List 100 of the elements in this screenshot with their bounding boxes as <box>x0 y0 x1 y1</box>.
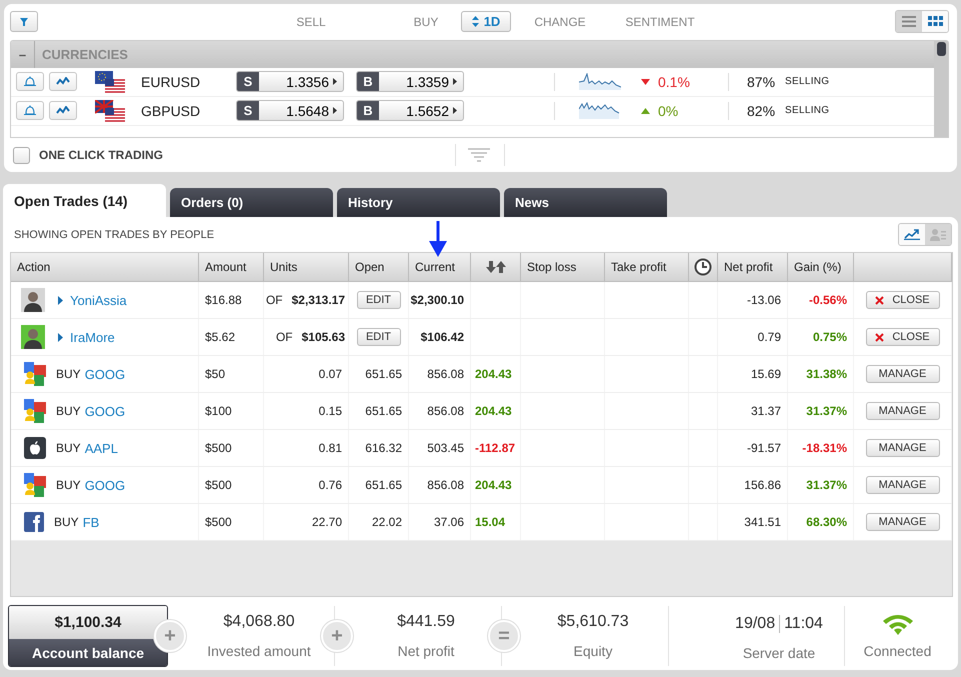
clock-icon[interactable] <box>694 258 712 276</box>
close-icon <box>875 332 884 342</box>
scrollbar[interactable] <box>934 40 948 138</box>
sparkline <box>579 73 621 90</box>
flag-pair-icon <box>95 100 125 122</box>
sort-arrows-icon[interactable] <box>486 261 506 273</box>
tab[interactable]: News <box>504 188 667 217</box>
sparkline <box>579 102 621 120</box>
symbol-link[interactable]: FB <box>82 514 100 530</box>
amount-cell: $100 <box>199 393 264 429</box>
avatar <box>21 325 45 349</box>
units-cell: $2,313.17 <box>292 293 345 307</box>
caret-icon <box>453 107 457 114</box>
alert-button[interactable] <box>16 101 44 120</box>
column-header[interactable]: Open <box>355 260 384 274</box>
trader-name-link[interactable]: IraMore <box>70 330 115 344</box>
logo-icon <box>24 512 44 532</box>
buy-button[interactable]: B 1.5652 <box>356 100 464 122</box>
current-rate-cell: 503.45 <box>409 430 471 466</box>
manage-button[interactable]: MANAGE <box>866 365 940 383</box>
sentiment-value: 82% <box>747 102 776 119</box>
gain-cell: -18.31% <box>788 430 854 466</box>
filter-button[interactable] <box>10 11 38 32</box>
column-header[interactable]: Units <box>270 260 298 274</box>
net-profit-cell: -13.06 <box>718 282 788 318</box>
stat-label: Equity <box>574 643 612 659</box>
edit-button[interactable]: EDIT <box>356 291 400 309</box>
current-cell: $2,300.10 <box>409 282 471 318</box>
change-cell: 204.43 <box>471 467 521 503</box>
manage-button[interactable]: MANAGE <box>866 439 940 457</box>
manage-button[interactable]: MANAGE <box>866 402 940 420</box>
current-rate-cell: 856.08 <box>409 467 471 503</box>
grid-view-button[interactable] <box>922 11 948 32</box>
alert-button[interactable] <box>16 72 44 92</box>
amount-cell: $5.62 <box>199 319 264 355</box>
open-rate-cell: 22.02 <box>349 504 409 540</box>
column-header[interactable]: Current <box>415 260 456 274</box>
manage-button[interactable]: MANAGE <box>866 513 940 531</box>
apple-icon <box>24 437 46 459</box>
sell-button[interactable]: S 1.5648 <box>236 100 344 122</box>
open-rate-cell: 616.32 <box>349 430 409 466</box>
gain-cell: 31.37% <box>788 393 854 429</box>
expand-caret-icon[interactable] <box>58 296 63 304</box>
sort-icon <box>472 16 479 28</box>
column-header[interactable]: Gain (%) <box>794 260 842 274</box>
stat-label: Server date <box>742 645 816 661</box>
net-profit-cell: 15.69 <box>718 356 788 392</box>
trend-icon <box>904 229 920 240</box>
edit-button[interactable]: EDIT <box>356 328 400 346</box>
trades-subtitle: SHOWING OPEN TRADES BY PEOPLE <box>14 228 214 240</box>
symbol-link[interactable]: GOOG <box>84 478 126 492</box>
net-profit-cell: -91.57 <box>718 430 788 466</box>
close-button[interactable]: CLOSE <box>866 328 940 346</box>
chart-button[interactable] <box>49 101 77 120</box>
gain-cell: -0.56% <box>788 282 854 318</box>
chart-button[interactable] <box>49 72 77 92</box>
buy-button[interactable]: B 1.3359 <box>356 71 464 92</box>
tab[interactable]: Open Trades (14) <box>3 184 166 217</box>
net-profit-cell: 156.86 <box>718 467 788 503</box>
close-button[interactable]: CLOSE <box>866 291 940 309</box>
open-rate-cell: 651.65 <box>349 356 409 392</box>
amount-cell: $500 <box>199 430 264 466</box>
bell-icon <box>23 76 37 88</box>
gain-cell: 68.30% <box>788 504 854 540</box>
column-header[interactable]: Action <box>17 260 50 274</box>
filter-icon <box>19 16 29 27</box>
change-cell: 204.43 <box>471 393 521 429</box>
column-header[interactable]: Take profit <box>611 260 666 274</box>
server-time: 11:04 <box>784 615 823 633</box>
collapse-toggle[interactable]: – <box>11 40 35 68</box>
amount-cell: $500 <box>199 467 264 503</box>
manage-button[interactable]: MANAGE <box>866 476 940 494</box>
units-prefix: OF <box>276 330 293 344</box>
group-header[interactable]: – CURRENCIES <box>11 40 934 68</box>
stat-label: Invested amount <box>207 643 311 659</box>
column-header[interactable]: Amount <box>205 260 246 274</box>
column-header[interactable]: Stop loss <box>527 260 576 274</box>
expand-caret-icon[interactable] <box>58 332 63 342</box>
net-profit-cell: 31.37 <box>718 393 788 429</box>
connection-status: Connected <box>864 643 932 659</box>
net-profit-cell: 0.79 <box>718 319 788 355</box>
scroll-thumb[interactable] <box>936 42 946 56</box>
units-cell: 0.81 <box>264 430 349 466</box>
tab[interactable]: History <box>337 188 500 217</box>
current-rate-cell: 37.06 <box>409 504 471 540</box>
symbol-link[interactable]: GOOG <box>84 404 126 418</box>
symbol-link[interactable]: GOOG <box>84 366 126 382</box>
period-button[interactable]: 1D <box>461 11 511 32</box>
line-chart-icon <box>56 106 70 116</box>
column-header[interactable]: Net profit <box>724 260 773 274</box>
chart-view-button[interactable] <box>899 224 925 245</box>
units-cell: 0.07 <box>264 356 349 392</box>
trader-name-link[interactable]: YoniAssia <box>70 292 127 308</box>
checkbox[interactable] <box>13 146 30 164</box>
symbol-link[interactable]: AAPL <box>84 440 118 456</box>
sell-button[interactable]: S 1.3356 <box>236 71 344 92</box>
server-date: 19/08 <box>735 615 776 633</box>
tab[interactable]: Orders (0) <box>170 188 333 217</box>
avatar <box>21 288 45 312</box>
stat-value: $441.59 <box>397 613 455 631</box>
